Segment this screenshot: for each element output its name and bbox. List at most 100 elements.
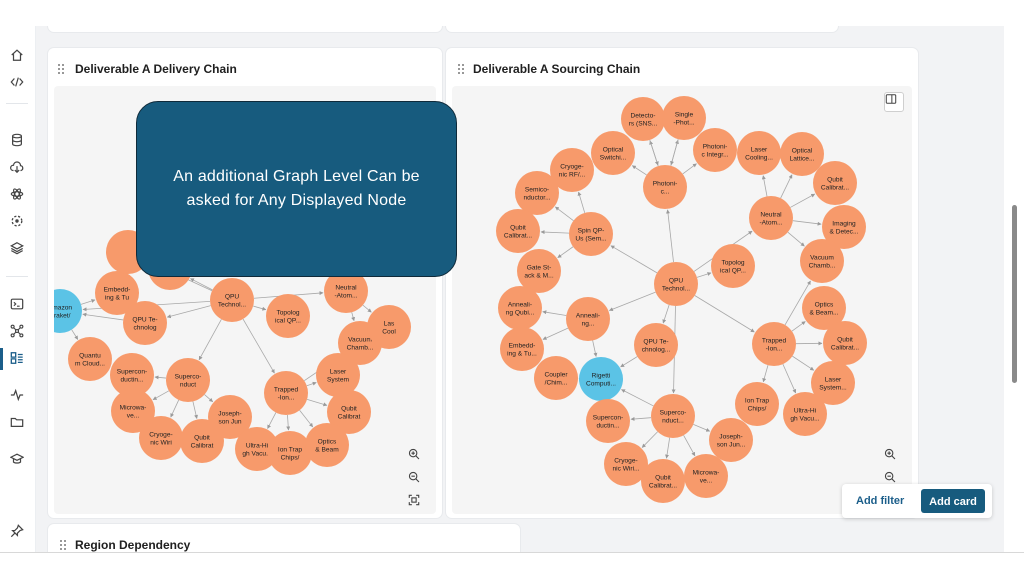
graph-node[interactable]: Topological QP...	[711, 244, 755, 288]
layers-icon[interactable]	[8, 239, 26, 257]
top-bar	[0, 0, 1024, 27]
sourcing-graph[interactable]: Detecto-rs (SNS...Single-Phot...OpticalS…	[452, 86, 912, 514]
graph-edge	[199, 319, 221, 360]
graph-node-label: Joseph-	[719, 434, 742, 441]
graph-node[interactable]: LaserCooling...	[737, 131, 781, 175]
graph-node[interactable]: Joseph-son Jun...	[709, 418, 753, 462]
graph-node-label: Laser	[330, 369, 347, 376]
sourcing-graph-svg[interactable]: Detecto-rs (SNS...Single-Phot...OpticalS…	[452, 86, 912, 514]
add-card-button[interactable]: Add card	[921, 489, 985, 513]
graph-edge	[642, 432, 658, 448]
graph-node[interactable]: Photoni-c Integr...	[693, 128, 737, 172]
graph-node[interactable]: Quantum Cloud...	[68, 337, 112, 381]
graph-node[interactable]: Trapped-Ion...	[752, 322, 796, 366]
graph-edge	[611, 246, 657, 273]
graph-edge	[543, 312, 567, 316]
graph-node-label: Ultra-Hi	[794, 408, 817, 415]
zoom-out-icon[interactable]	[408, 471, 426, 489]
database-icon[interactable]	[8, 131, 26, 149]
graph-node-label: son Jun...	[717, 442, 746, 449]
graph-node[interactable]: LasCool	[367, 305, 411, 349]
graph-node-label: nduct...	[662, 418, 684, 425]
terminal-icon[interactable]	[8, 295, 26, 313]
graph-edge	[83, 314, 123, 320]
graph-node[interactable]: Supercon-ductin...	[586, 399, 630, 443]
graph-edge	[631, 418, 651, 420]
drag-handle-icon[interactable]	[60, 540, 68, 552]
graph-node[interactable]: Ion TrapChips/	[735, 382, 779, 426]
drag-handle-icon[interactable]	[58, 64, 66, 76]
graph-node[interactable]: OpticalSwitchi...	[591, 131, 635, 175]
graph-edge	[167, 306, 210, 317]
activity-icon[interactable]	[8, 386, 26, 404]
graph-node[interactable]: RigettiComputi...	[579, 357, 623, 401]
graph-node[interactable]: Detecto-rs (SNS...	[621, 97, 665, 141]
graph-edge	[668, 210, 674, 262]
graph-node[interactable]: Topological QP...	[266, 294, 310, 338]
graph-node[interactable]: OpticalLattice...	[780, 132, 824, 176]
graph-node[interactable]: Superco-nduct...	[651, 394, 695, 438]
graph-edge	[153, 391, 169, 400]
cloud-download-icon[interactable]	[8, 158, 26, 176]
graph-node[interactable]: QPUTechnol...	[210, 278, 254, 322]
graph-node[interactable]: Anneali-ng Qubi...	[498, 286, 542, 330]
graph-node[interactable]: QubitCalibrat	[180, 419, 224, 463]
graph-node-label: System...	[819, 385, 847, 392]
dashed-circle-icon[interactable]	[8, 212, 26, 230]
graph-node-label: rs (SNS...	[629, 121, 658, 128]
graph-node[interactable]: Embedd-ing & Tu...	[500, 327, 544, 371]
zoom-in-icon[interactable]	[884, 448, 902, 466]
graph-node[interactable]: QubitCalibrat...	[813, 161, 857, 205]
graph-node[interactable]: Single-Phot...	[662, 96, 706, 140]
graph-edge	[790, 194, 815, 207]
pin-icon[interactable]	[8, 522, 26, 540]
graph-node[interactable]: QubitCalibrat...	[641, 459, 685, 503]
graph-edge	[352, 312, 354, 321]
fit-view-icon[interactable]	[408, 494, 426, 512]
graph-node[interactable]: Trapped-Ion...	[264, 371, 308, 415]
graph-node[interactable]: Optics& Beam	[305, 423, 349, 467]
graph-node[interactable]: Coupler/Chim...	[534, 356, 578, 400]
graph-edge	[621, 357, 638, 367]
zoom-in-icon[interactable]	[408, 448, 426, 466]
graph-node[interactable]: Semico-nductor...	[515, 171, 559, 215]
graph-node[interactable]: Anneali-ng...	[566, 297, 610, 341]
graph-node[interactable]: Microwa-ve...	[684, 454, 728, 498]
graph-node[interactable]: Superco-nduct	[166, 358, 210, 402]
graph-node[interactable]: Ultra-High Vacu...	[783, 392, 827, 436]
graph-node[interactable]: AmazonBraket/	[54, 289, 82, 333]
graph-node[interactable]: QubitCalibrat...	[823, 321, 867, 365]
graph-node[interactable]: Neutral-Atom...	[749, 196, 793, 240]
graph-node-label: ve...	[127, 413, 140, 420]
graph-node[interactable]: VacuumChamb...	[800, 239, 844, 283]
graph-node[interactable]: Cryoge-nic Wiri	[139, 416, 183, 460]
drag-handle-icon[interactable]	[458, 64, 466, 76]
add-filter-button[interactable]: Add filter	[850, 490, 910, 512]
graph-node[interactable]: Photoni-c...	[643, 165, 687, 209]
graduation-icon[interactable]	[8, 450, 26, 468]
code-icon[interactable]	[8, 73, 26, 91]
graph-node[interactable]: QubitCalibrat...	[496, 209, 540, 253]
graph-edge	[72, 330, 78, 340]
scrollbar-thumb[interactable]	[1012, 205, 1017, 383]
graph-node-label: /Chim...	[545, 380, 568, 387]
graph-node[interactable]: LaserSystem	[316, 353, 360, 397]
graph-node[interactable]: Ion TrapChips/	[268, 431, 312, 475]
graph-node-label: Braket/	[54, 313, 71, 320]
graph-node-label: Anneali-	[576, 313, 600, 320]
graph-node[interactable]: QPU Te-chnolog	[123, 301, 167, 345]
dashboard-icon[interactable]	[8, 349, 26, 367]
sidebar-toggle-icon[interactable]	[884, 92, 904, 112]
graph-node-label: Imaging	[832, 221, 856, 228]
graph-edge	[190, 279, 212, 290]
graph-node-label: Microwa-	[120, 405, 147, 412]
graph-node[interactable]: QPU Te-chnolog...	[634, 323, 678, 367]
graph-node-label: -Atom...	[759, 220, 782, 227]
home-icon[interactable]	[8, 46, 26, 64]
folder-icon[interactable]	[8, 413, 26, 431]
graph-node-label: Optical	[603, 147, 624, 154]
graph-node[interactable]: QPUTechnol...	[654, 262, 698, 306]
atom-icon[interactable]	[8, 185, 26, 203]
network-icon[interactable]	[8, 322, 26, 340]
graph-node[interactable]: Spin QP-Us (Sem...	[569, 212, 613, 256]
